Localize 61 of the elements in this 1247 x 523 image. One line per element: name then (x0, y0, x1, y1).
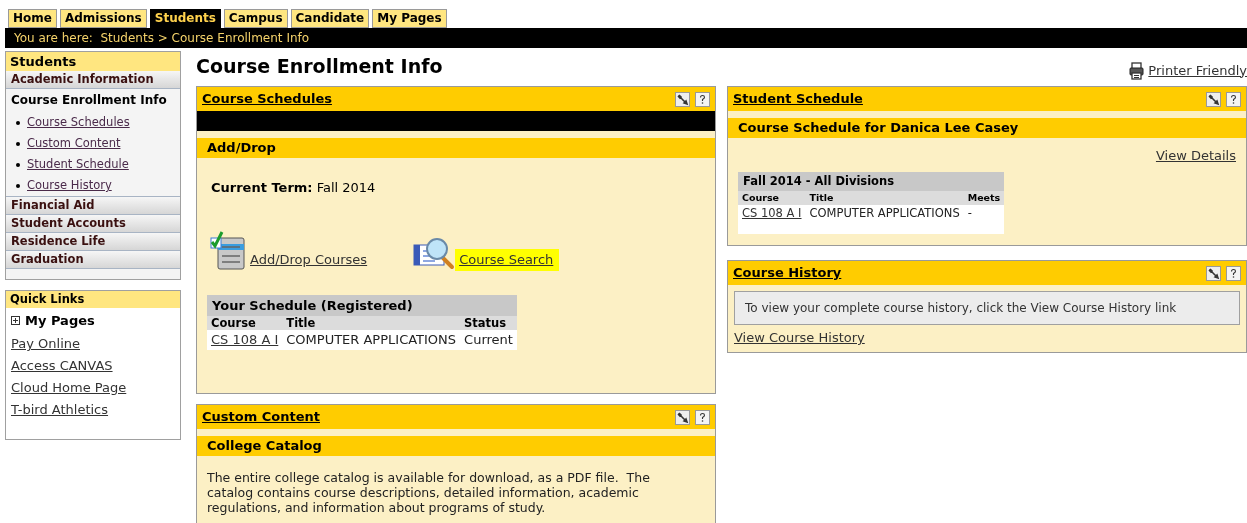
sidebar-link[interactable]: Course Schedules (27, 113, 130, 132)
quick-link[interactable]: Pay Online (11, 333, 80, 355)
current-term: Current Term: Fall 2014 (211, 180, 376, 195)
panel-title-link[interactable]: Course History (733, 263, 842, 283)
table-cell: - (963, 204, 1005, 234)
sidebar-section[interactable]: Graduation (6, 251, 180, 269)
course-link[interactable]: CS 108 A I (211, 332, 279, 347)
printer-friendly-link[interactable]: Printer Friendly (1148, 60, 1247, 80)
nav-tab[interactable]: My Pages (372, 9, 447, 28)
quick-links-title: Quick Links (6, 291, 180, 308)
table-cell: Current (460, 330, 517, 350)
nav-tab[interactable]: Candidate (290, 9, 370, 28)
help-icon[interactable] (1226, 265, 1241, 281)
help-icon[interactable] (695, 91, 710, 107)
quick-link[interactable]: T-bird Athletics (11, 399, 109, 421)
sidebar-section[interactable]: Residence Life (6, 233, 180, 251)
nav-tab[interactable]: Students (149, 9, 221, 28)
quick-link[interactable]: Cloud Home Page (11, 377, 127, 399)
panel-title-link[interactable]: Custom Content (202, 407, 320, 427)
action-link[interactable]: Course Search (455, 249, 560, 271)
table-title: Fall 2014 - All Divisions (738, 171, 1005, 191)
column-header: Course (207, 316, 283, 330)
column-header: Status (460, 316, 517, 330)
nav-tab[interactable]: Admissions (59, 9, 147, 28)
catalog-description: The entire college catalog is available for download, as a PDF file. The catalog contains course descriptions, detailed information, academic regulations, and information about programs of study. (207, 470, 651, 515)
sidebar-link[interactable]: Course History (27, 176, 112, 195)
sidebar-section[interactable]: Student Accounts (6, 215, 180, 233)
table-cell: COMPUTER APPLICATIONS (805, 204, 964, 234)
sidebar-section[interactable]: Academic Information (6, 71, 180, 89)
printer-icon[interactable] (1129, 62, 1145, 80)
section-header: Add/Drop (197, 138, 715, 158)
breadcrumb-bar: You are here: Students > Course Enrollment Info (5, 28, 1247, 48)
table-cell: COMPUTER APPLICATIONS (282, 330, 461, 350)
panel-title-link[interactable]: Course Schedules (202, 89, 332, 109)
expand-icon[interactable] (11, 316, 20, 325)
view-course-history-link[interactable]: View Course History (734, 328, 865, 348)
quick-link[interactable]: Access CANVAS (11, 355, 113, 377)
panel-title-link[interactable]: Student Schedule (733, 89, 863, 109)
history-notice: To view your complete course history, click the View Course History link (734, 291, 1240, 325)
sidebar-link[interactable]: Student Schedule (27, 155, 129, 174)
page-title: Course Enrollment Info (196, 53, 443, 79)
nav-tab[interactable]: Home (8, 9, 57, 28)
course-link[interactable]: CS 108 A I (742, 205, 802, 220)
sidebar-section[interactable]: Financial Aid (6, 197, 180, 215)
view-details-link[interactable]: View Details (1155, 146, 1236, 166)
section-header: Course Schedule for Danica Lee Casey (728, 118, 1246, 138)
help-icon[interactable] (1226, 91, 1241, 107)
action-link[interactable]: Add/Drop Courses (246, 249, 374, 271)
table-title: Your Schedule (Registered) (207, 294, 517, 316)
nav-tab[interactable]: Campus (223, 9, 288, 28)
my-pages-label: My Pages (25, 311, 95, 330)
help-icon[interactable] (695, 409, 710, 425)
bullet-icon (16, 183, 20, 188)
sidebar-current-page[interactable]: Course Enrollment Info (6, 89, 180, 112)
bullet-icon (16, 162, 20, 167)
sidebar-link[interactable]: Custom Content (27, 134, 121, 153)
sidebar-title: Students (6, 52, 180, 71)
bullet-icon (16, 141, 20, 146)
bullet-icon (16, 120, 20, 125)
section-header: College Catalog (197, 436, 715, 456)
column-header: Title (282, 316, 461, 330)
